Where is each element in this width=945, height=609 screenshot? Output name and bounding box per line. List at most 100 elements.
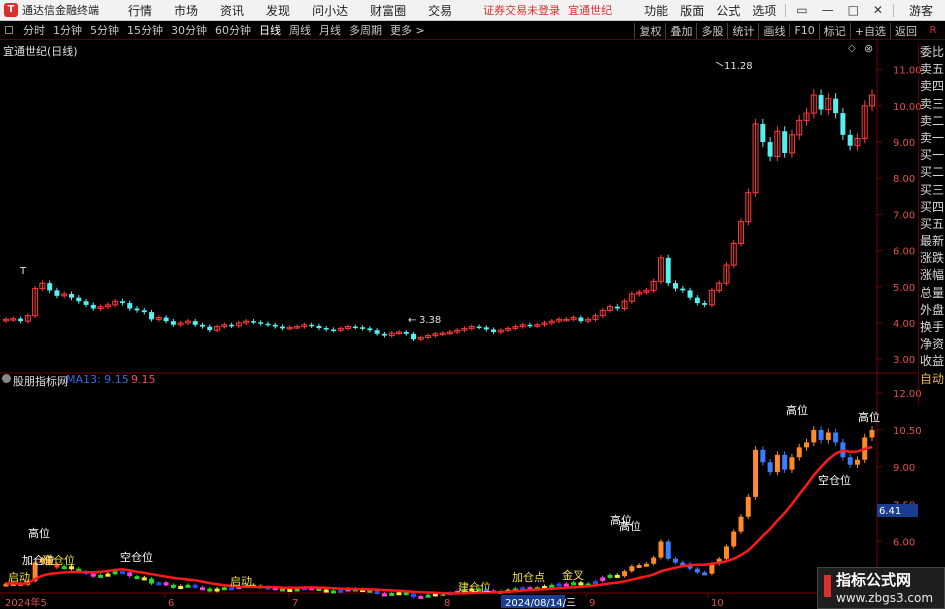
- quote-side-panel: 委比 卖五 卖四 卖三 卖二 卖一 买一 买二 买三 买四 买五 最新 涨跌 涨…: [918, 44, 945, 404]
- tool-mark[interactable]: 标记: [818, 22, 850, 39]
- annot-build-position-1: 建仓位: [42, 553, 75, 567]
- side-item-ask1[interactable]: 卖一: [919, 130, 945, 147]
- indicator-toggle-icon[interactable]: [2, 374, 11, 383]
- period-15min[interactable]: 15分钟: [123, 22, 167, 38]
- candle-body: [265, 323, 271, 326]
- lower-y-tick-label: 9.00: [893, 463, 915, 474]
- period-daily[interactable]: 日线: [255, 22, 285, 38]
- current-value-label: 6.41: [879, 506, 901, 517]
- annot-empty-position-2: 空仓位: [818, 473, 851, 487]
- watermark-badge: 指标公式网 www.zbgs3.com: [817, 567, 945, 609]
- tool-overlay[interactable]: 叠加: [665, 22, 696, 39]
- menu-formula[interactable]: 公式: [710, 2, 746, 19]
- side-item-volume[interactable]: 总量: [919, 285, 945, 302]
- trade-login-status[interactable]: 证券交易未登录: [483, 2, 560, 18]
- tool-draw-line[interactable]: 画线: [758, 22, 789, 39]
- period-60min[interactable]: 60分钟: [211, 22, 255, 38]
- candle-body: [134, 308, 140, 311]
- menu-discover[interactable]: 发现: [255, 2, 301, 19]
- diamond-icon[interactable]: ◇: [848, 43, 856, 54]
- candle-body: [687, 290, 693, 298]
- tool-back[interactable]: 返回: [890, 22, 921, 39]
- tool-add-watchlist[interactable]: +自选: [849, 22, 890, 39]
- menu-trade[interactable]: 交易: [417, 2, 463, 19]
- candle-body: [381, 333, 387, 336]
- tool-multi-stock[interactable]: 多股: [696, 22, 727, 39]
- side-item-change[interactable]: 涨跌: [919, 250, 945, 267]
- side-item-ask5[interactable]: 卖五: [919, 61, 945, 78]
- side-item-change-pct[interactable]: 涨幅: [919, 267, 945, 284]
- lower-panel-title[interactable]: 股朋指标网: [13, 373, 68, 389]
- period-weekly[interactable]: 周线: [285, 22, 315, 38]
- menu-news[interactable]: 资讯: [209, 2, 255, 19]
- candle-body: [170, 321, 176, 325]
- side-item-outer-volume[interactable]: 外盘: [919, 302, 945, 319]
- upper-panel-title[interactable]: 宜通世纪(日线): [3, 43, 78, 59]
- side-item-earnings[interactable]: 收益: [919, 353, 945, 370]
- candle-body: [207, 326, 213, 331]
- candle-body: [83, 301, 89, 305]
- period-more[interactable]: 更多 >: [386, 22, 429, 38]
- side-item-bid1[interactable]: 买一: [919, 147, 945, 164]
- lower-y-axis: 12.0010.509.007.506.004.50: [877, 389, 922, 586]
- side-item-turnover[interactable]: 换手: [919, 319, 945, 336]
- side-item-bid3[interactable]: 买三: [919, 182, 945, 199]
- candle-body: [680, 288, 686, 291]
- menu-ask[interactable]: 问小达: [301, 2, 359, 19]
- app-name: 通达信金融终端: [22, 4, 99, 17]
- x-tick-label: 7: [292, 598, 298, 609]
- side-item-bid2[interactable]: 买二: [919, 164, 945, 181]
- tool-statistics[interactable]: 统计: [727, 22, 758, 39]
- upper-y-axis: 11.0010.009.008.007.006.005.004.003.00: [877, 66, 922, 366]
- candlestick-series: [3, 89, 875, 342]
- side-item-ask4[interactable]: 卖四: [919, 78, 945, 95]
- x-tick-label: 9: [589, 598, 595, 609]
- t-marker: T: [19, 266, 27, 277]
- side-item-order-ratio[interactable]: 委比: [919, 44, 945, 61]
- tool-f10[interactable]: F10: [789, 24, 818, 37]
- kline-chart[interactable]: 11.0010.009.008.007.006.005.004.003.00 1…: [0, 40, 945, 609]
- side-item-ask3[interactable]: 卖三: [919, 96, 945, 113]
- restore-layout-icon[interactable]: ▭: [789, 3, 814, 17]
- maximize-icon[interactable]: □: [841, 3, 866, 17]
- candle-body: [476, 326, 482, 329]
- lower-y-tick-label: 10.50: [893, 426, 922, 437]
- side-item-last[interactable]: 最新: [919, 233, 945, 250]
- period-1min[interactable]: 1分钟: [49, 22, 86, 38]
- menu-market[interactable]: 市场: [163, 2, 209, 19]
- side-item-net-assets[interactable]: 净资: [919, 336, 945, 353]
- minimize-icon[interactable]: —: [815, 3, 841, 17]
- side-item-auto[interactable]: 自动: [919, 371, 945, 388]
- menu-function[interactable]: 功能: [638, 2, 674, 19]
- candle-body: [767, 142, 773, 157]
- lower-y-tick-label: 6.00: [893, 537, 915, 548]
- panel-close-icon[interactable]: ⊗: [864, 42, 873, 55]
- user-login[interactable]: 游客: [897, 2, 945, 19]
- annot-empty-position-1: 空仓位: [120, 550, 153, 564]
- menu-layout[interactable]: 版面: [674, 2, 710, 19]
- close-icon[interactable]: ✕: [866, 3, 890, 17]
- chart-area[interactable]: 11.00 10.00 9.00 8.00 7.00 6.00 5.00 4.00 3.00 1…: [0, 40, 945, 609]
- high-price-label: 11.28: [724, 61, 753, 72]
- period-multi[interactable]: 多周期: [345, 22, 386, 38]
- period-monthly[interactable]: 月线: [315, 22, 345, 38]
- upper-y-tick-label: 9.00: [893, 138, 915, 149]
- period-intraday[interactable]: 分时: [19, 22, 49, 38]
- candle-body: [199, 324, 205, 327]
- menu-wealth[interactable]: 财富圈: [359, 2, 417, 19]
- side-item-ask2[interactable]: 卖二: [919, 113, 945, 130]
- menu-quotes[interactable]: 行情: [117, 2, 163, 19]
- toggle-square-icon[interactable]: [5, 26, 13, 34]
- r-badge[interactable]: R: [921, 21, 945, 40]
- side-item-bid5[interactable]: 买五: [919, 216, 945, 233]
- side-item-bid4[interactable]: 买四: [919, 199, 945, 216]
- annot-add-point: 加仓点: [512, 570, 545, 584]
- candle-body: [833, 98, 839, 114]
- watermark-title: 指标公式网: [836, 571, 912, 589]
- period-5min[interactable]: 5分钟: [86, 22, 123, 38]
- tool-adjust[interactable]: 复权: [634, 22, 665, 39]
- candle-body: [280, 326, 286, 329]
- menu-options[interactable]: 选项: [746, 2, 782, 19]
- chart-tools: 复权 叠加 多股 统计 画线 F10 标记 +自选 返回: [634, 21, 921, 40]
- period-30min[interactable]: 30分钟: [167, 22, 211, 38]
